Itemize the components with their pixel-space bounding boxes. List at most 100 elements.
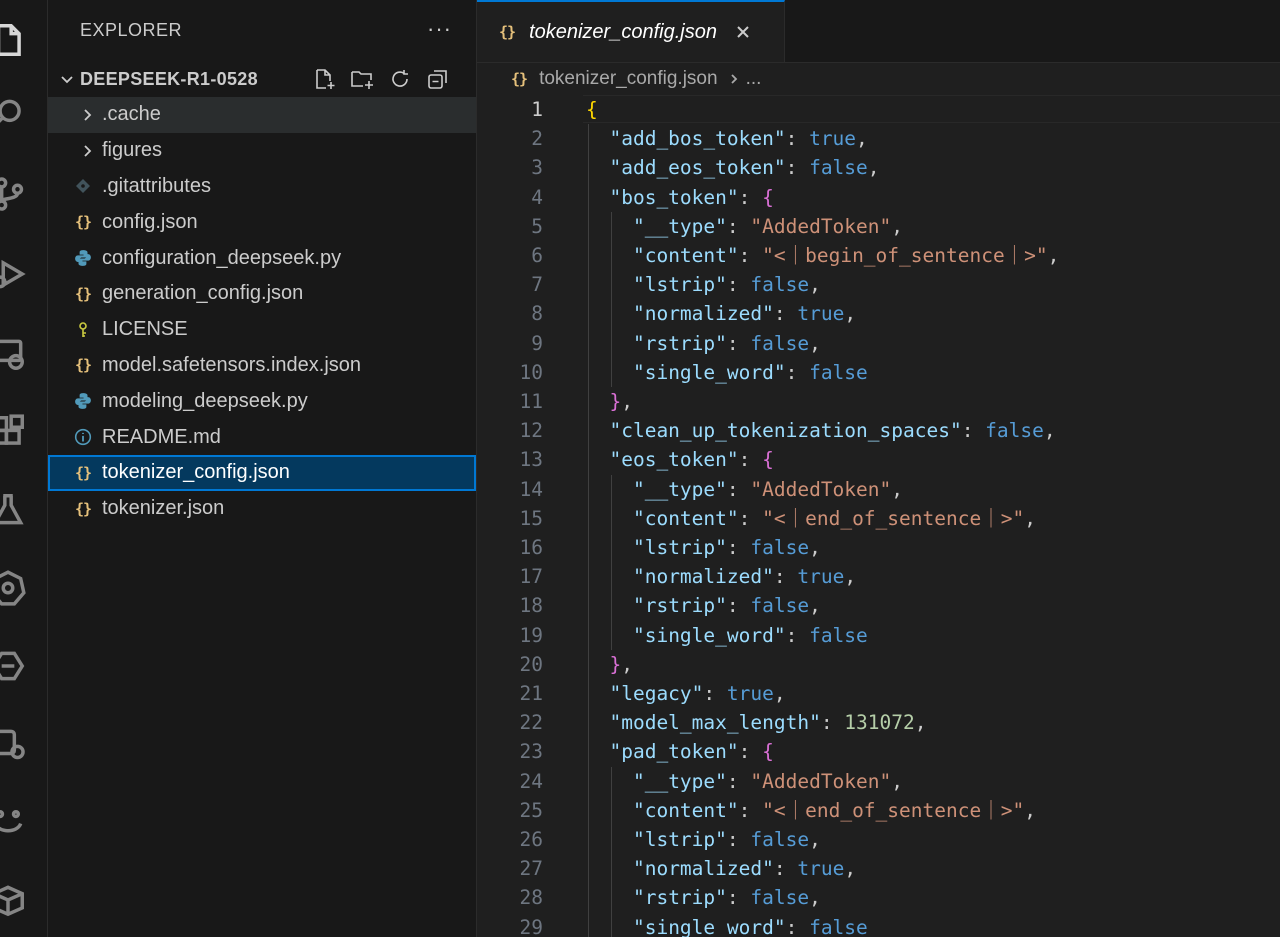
token: ,	[844, 857, 857, 881]
file-tree: .cache figures .gitattributes {} config.…	[48, 97, 476, 527]
tree-item-config-json[interactable]: {} config.json	[48, 204, 476, 240]
tree-item-tokenizer-json[interactable]: {} tokenizer.json	[48, 491, 476, 527]
token: :	[785, 156, 810, 180]
search-icon[interactable]	[0, 92, 30, 136]
tree-item-label: modeling_deepseek.py	[102, 389, 308, 412]
token: 131072	[844, 711, 915, 735]
code-line: 28 "rstrip": false,	[477, 883, 1280, 912]
breadcrumb-file[interactable]: tokenizer_config.json	[539, 68, 718, 90]
line-text: "content": "<｜end_of_sentence｜>",	[586, 796, 1036, 825]
token: "__type"	[632, 214, 727, 238]
token: :	[738, 185, 763, 209]
token: true	[809, 127, 857, 151]
explorer-title: EXPLORER	[80, 20, 183, 40]
close-icon[interactable]	[733, 22, 753, 42]
token: ,	[844, 302, 857, 326]
remote-explorer-icon[interactable]	[0, 332, 30, 376]
line-text: "clean_up_tokenization_spaces": false,	[586, 416, 1055, 445]
token: :	[726, 828, 751, 851]
token: "legacy"	[609, 682, 704, 705]
token: ,	[809, 331, 821, 355]
line-number: 10	[519, 360, 543, 384]
json-braces-icon: {}	[74, 356, 92, 375]
code-line: 24 "__type": "AddedToken",	[477, 767, 1280, 796]
cpp-settings-icon[interactable]	[0, 722, 30, 766]
token: ,	[773, 682, 786, 705]
token: true	[797, 302, 845, 326]
token: ,	[891, 214, 904, 238]
line-text: "content": "<｜begin_of_sentence｜>",	[586, 241, 1059, 270]
code-editor[interactable]: 1{2 "add_bos_token": true, 3 "add_eos_tok…	[477, 95, 1280, 937]
line-number: 12	[519, 419, 543, 443]
line-text: "normalized": true,	[586, 854, 856, 883]
token: true	[726, 682, 774, 705]
token: :	[726, 214, 751, 238]
refresh-icon[interactable]	[386, 64, 414, 94]
tree-item-generation-config[interactable]: {} generation_config.json	[48, 276, 476, 312]
tree-item-figures[interactable]: figures	[48, 133, 476, 169]
code-line: 10 "single_word": false	[477, 358, 1280, 387]
json-braces-icon: {}	[74, 463, 92, 482]
more-actions-icon[interactable]: ···	[427, 16, 452, 42]
line-number: 2	[531, 127, 543, 151]
line-number: 26	[519, 828, 543, 851]
tree-item-tokenizer-config[interactable]: {} tokenizer_config.json	[48, 454, 476, 491]
python-icon	[72, 390, 94, 412]
workspace-folder-header[interactable]: DEEPSEEK-R1-0528	[48, 62, 476, 96]
tree-item-label: figures	[102, 139, 163, 162]
new-file-icon[interactable]	[310, 64, 338, 94]
kubernetes-icon[interactable]	[0, 566, 30, 610]
line-number: 8	[531, 302, 543, 326]
testing-icon[interactable]	[0, 488, 30, 532]
tree-item-configuration-deepseek[interactable]: configuration_deepseek.py	[48, 240, 476, 276]
line-number: 28	[519, 886, 543, 910]
extensions-icon[interactable]	[0, 410, 30, 454]
tree-item-license[interactable]: LICENSE	[48, 312, 476, 348]
copilot-smile-icon[interactable]	[0, 800, 30, 844]
tree-item-gitattributes[interactable]: .gitattributes	[48, 169, 476, 205]
line-text: "rstrip": false,	[586, 591, 821, 620]
container-box-icon[interactable]	[0, 878, 30, 922]
token: :	[961, 419, 986, 443]
code-line: 16 "lstrip": false,	[477, 533, 1280, 562]
code-line: 5 "__type": "AddedToken",	[477, 212, 1280, 241]
token: false	[750, 536, 810, 559]
line-text: "pad_token": {	[586, 737, 773, 766]
tree-item-readme[interactable]: README.md	[48, 419, 476, 455]
code-line: 1{	[477, 95, 1280, 124]
line-text: "lstrip": false,	[586, 825, 821, 854]
tree-item-modeling-deepseek[interactable]: modeling_deepseek.py	[48, 383, 476, 419]
run-debug-icon[interactable]	[0, 252, 30, 296]
token: false	[809, 156, 868, 180]
source-control-icon[interactable]	[0, 172, 30, 216]
tree-item-cache[interactable]: .cache	[48, 97, 476, 133]
tab-tokenizer-config[interactable]: {} tokenizer_config.json	[477, 0, 785, 62]
explorer-files-icon[interactable]	[0, 18, 30, 62]
token: "add_eos_token"	[609, 156, 786, 180]
tree-item-label: .gitattributes	[102, 174, 211, 197]
token: {	[586, 98, 598, 121]
tree-item-model-safetensors-index[interactable]: {} model.safetensors.index.json	[48, 348, 476, 384]
line-number: 3	[531, 156, 543, 180]
token: }	[609, 390, 622, 413]
token: ,	[856, 127, 868, 151]
collapse-all-icon[interactable]	[424, 64, 452, 94]
cloud-code-icon[interactable]	[0, 644, 30, 688]
token: "__type"	[632, 769, 727, 793]
chevron-down-icon[interactable]	[56, 71, 78, 87]
code-line: 12 "clean_up_tokenization_spaces": false…	[477, 416, 1280, 445]
line-number: 9	[531, 331, 543, 355]
breadcrumb-symbols[interactable]: ...	[746, 68, 762, 90]
token: :	[726, 769, 751, 793]
new-folder-icon[interactable]	[348, 64, 376, 94]
token: "model_max_length"	[609, 711, 821, 735]
line-text: "add_eos_token": false,	[586, 153, 879, 182]
